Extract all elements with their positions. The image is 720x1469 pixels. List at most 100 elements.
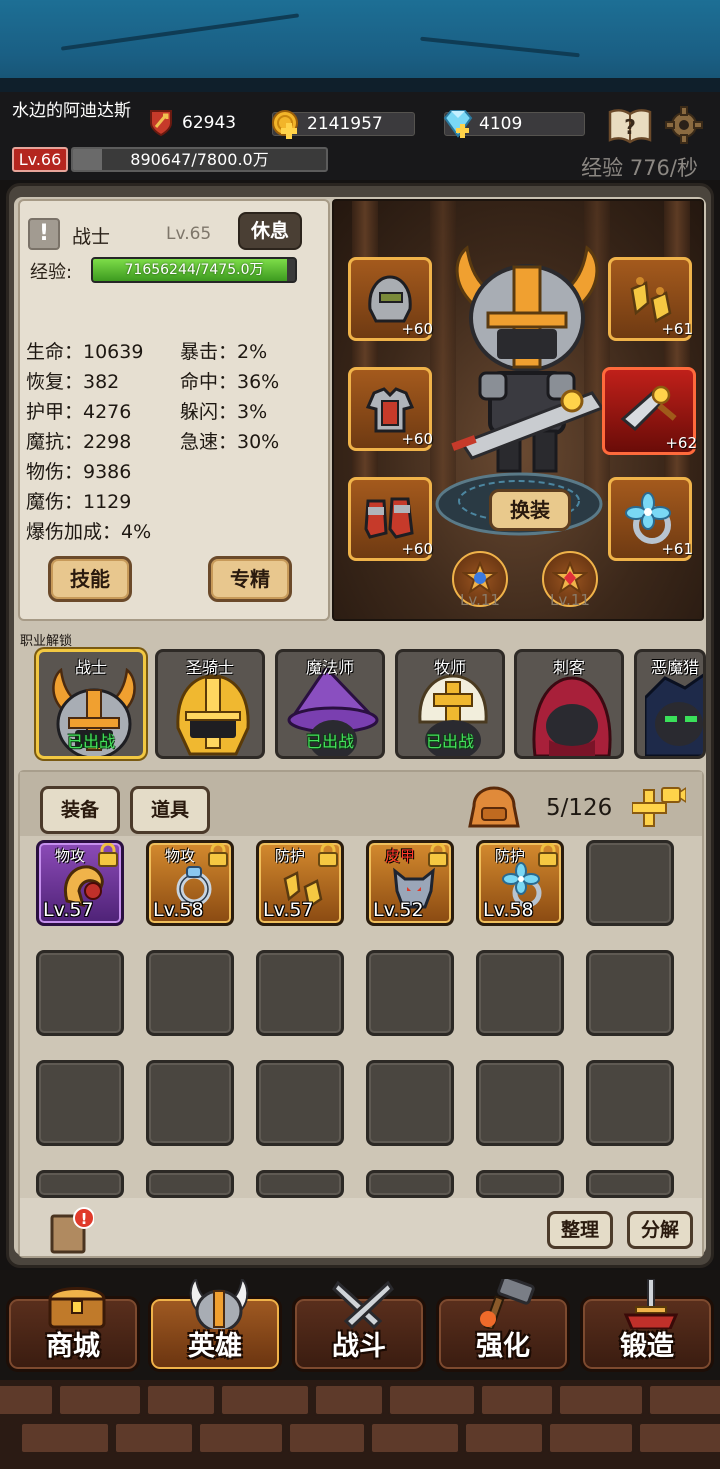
inventory-capacity: 5/126 (546, 795, 613, 821)
class-name: 魔法师 (305, 658, 354, 677)
skill-button[interactable]: 技能 (48, 556, 132, 602)
empty-inventory-slot[interactable] (366, 1060, 454, 1146)
log-book-button[interactable]: ! (50, 1206, 95, 1254)
stat-regen: 恢复：382 (26, 371, 120, 393)
tab-equipment[interactable]: 装备 (40, 786, 120, 834)
diamond-display[interactable]: 4109 (443, 110, 585, 138)
class-card-assassin[interactable]: 刺客 (514, 649, 624, 759)
empty-inventory-slot[interactable] (476, 1060, 564, 1146)
accessory-slot[interactable]: +61 (608, 257, 693, 341)
inventory-item[interactable]: 物攻 Lv.58 (146, 840, 234, 926)
medal-blue-level: Lv.11 (460, 591, 500, 609)
empty-inventory-slot[interactable] (146, 1170, 234, 1198)
empty-inventory-slot[interactable] (256, 950, 344, 1036)
nav-shop[interactable]: 商城 (6, 1287, 140, 1372)
nav-hero-label: 英雄 (188, 1331, 242, 1362)
empty-inventory-slot[interactable] (36, 1060, 124, 1146)
item-level: Lv.58 (153, 899, 204, 921)
weapon-slot[interactable]: +62 (602, 367, 697, 455)
inventory-item[interactable]: 防护 Lv.57 (256, 840, 344, 926)
quest-book-button[interactable]: ? (608, 104, 652, 146)
empty-inventory-slot[interactable] (146, 950, 234, 1036)
empty-inventory-slot[interactable] (586, 840, 674, 926)
stat-magic-resist: 魔抗：2298 (26, 431, 132, 453)
player-exp-value: 890647/7800.0万 (130, 150, 269, 169)
gold-display[interactable]: 2141957 (272, 110, 415, 139)
specialize-button[interactable]: 专精 (208, 556, 292, 602)
empty-inventory-slot[interactable] (36, 950, 124, 1036)
inventory-item[interactable]: 防护 Lv.58 (476, 840, 564, 926)
tab-items[interactable]: 道具 (130, 786, 210, 834)
expand-inventory-button[interactable] (632, 786, 686, 830)
demon-hunter-portrait-icon (645, 673, 703, 756)
stat-physical-damage: 物伤：9386 (26, 461, 132, 483)
empty-inventory-slot[interactable] (476, 950, 564, 1036)
lock-icon (98, 843, 118, 867)
stat-hp: 生命：10639 (26, 341, 144, 363)
class-card-demon-hunter[interactable]: 恶魔猎 (634, 649, 706, 759)
empty-inventory-slot[interactable] (586, 1060, 674, 1146)
player-exp-bar: 890647/7800.0万 (71, 147, 328, 172)
empty-inventory-slot[interactable] (146, 1060, 234, 1146)
lock-icon (208, 843, 228, 867)
class-name: 恶魔猎 (651, 658, 700, 677)
empty-inventory-slot[interactable] (586, 1170, 674, 1198)
treasure-chest-icon (48, 1287, 106, 1329)
empty-inventory-slot[interactable] (366, 950, 454, 1036)
class-status: 已出战 (425, 732, 474, 751)
nav-hero[interactable]: 英雄 (148, 1279, 282, 1372)
lock-icon (428, 843, 448, 867)
lock-icon (318, 843, 338, 867)
class-card-mage[interactable]: 魔法师 已出战 (275, 649, 385, 759)
empty-inventory-slot[interactable] (36, 1170, 124, 1198)
forge-sword-icon (623, 1279, 679, 1329)
settings-button[interactable] (662, 104, 706, 146)
empty-inventory-slot[interactable] (256, 1060, 344, 1146)
nav-enhance[interactable]: 强化 (436, 1279, 570, 1372)
stat-hit: 命中：36% (180, 371, 280, 393)
decompose-button[interactable]: 分解 (627, 1211, 693, 1249)
item-type: 物攻 (54, 847, 85, 865)
inventory-item[interactable]: 物攻 Lv.57 (36, 840, 124, 926)
lock-icon (538, 843, 558, 867)
rest-button[interactable]: 休息 (238, 212, 302, 250)
class-name: 圣骑士 (185, 658, 234, 677)
quest-book-icon: ? (608, 109, 652, 144)
nav-enhance-label: 强化 (476, 1331, 530, 1362)
class-card-paladin[interactable]: 圣骑士 (155, 649, 265, 759)
sort-button[interactable]: 整理 (547, 1211, 613, 1249)
ring-slot[interactable]: +61 (608, 477, 693, 561)
armor-slot[interactable]: +60 (348, 367, 433, 451)
hero-exp-label: 经验: (30, 262, 73, 283)
nav-battle[interactable]: 战斗 (292, 1280, 426, 1372)
empty-inventory-slot[interactable] (256, 1170, 344, 1198)
class-card-priest[interactable]: 牧师 已出战 (395, 649, 505, 759)
item-level: Lv.58 (483, 899, 534, 921)
empty-inventory-slot[interactable] (476, 1170, 564, 1198)
book-icon: ! (50, 1207, 95, 1254)
item-level: Lv.57 (263, 899, 314, 921)
top-header: 水边的阿迪达斯 62943 2141957 4109 ? Lv.66 89064… (0, 92, 720, 180)
boots-plus: +60 (401, 540, 433, 558)
brick-floor (0, 1380, 720, 1469)
hero-class-level: Lv.65 (166, 224, 212, 244)
hero-exp-bar: 71656244/7475.0万 (91, 257, 297, 283)
boots-slot[interactable]: +60 (348, 477, 433, 561)
stat-crit: 暴击：2% (180, 341, 268, 363)
nav-forge-label: 锻造 (620, 1331, 674, 1362)
inventory-item[interactable]: 皮甲 Lv.52 (366, 840, 454, 926)
medal-slot-red[interactable]: Lv.11 (542, 551, 598, 609)
helmet-slot[interactable]: +60 (348, 257, 433, 341)
diamond-value: 4109 (479, 114, 523, 134)
medal-slot-blue[interactable]: Lv.11 (452, 551, 508, 609)
change-outfit-button[interactable]: 换装 (489, 489, 571, 531)
alert-icon[interactable]: ! (28, 218, 60, 250)
empty-inventory-slot[interactable] (366, 1170, 454, 1198)
gear-icon (665, 106, 703, 144)
nav-forge[interactable]: 锻造 (580, 1279, 714, 1372)
empty-inventory-slot[interactable] (586, 950, 674, 1036)
gold-coin-plus-icon (269, 107, 303, 141)
player-exp-fill (73, 149, 103, 170)
class-card-warrior[interactable]: 战士 已出战 (36, 649, 146, 759)
item-type: 物攻 (164, 847, 195, 865)
